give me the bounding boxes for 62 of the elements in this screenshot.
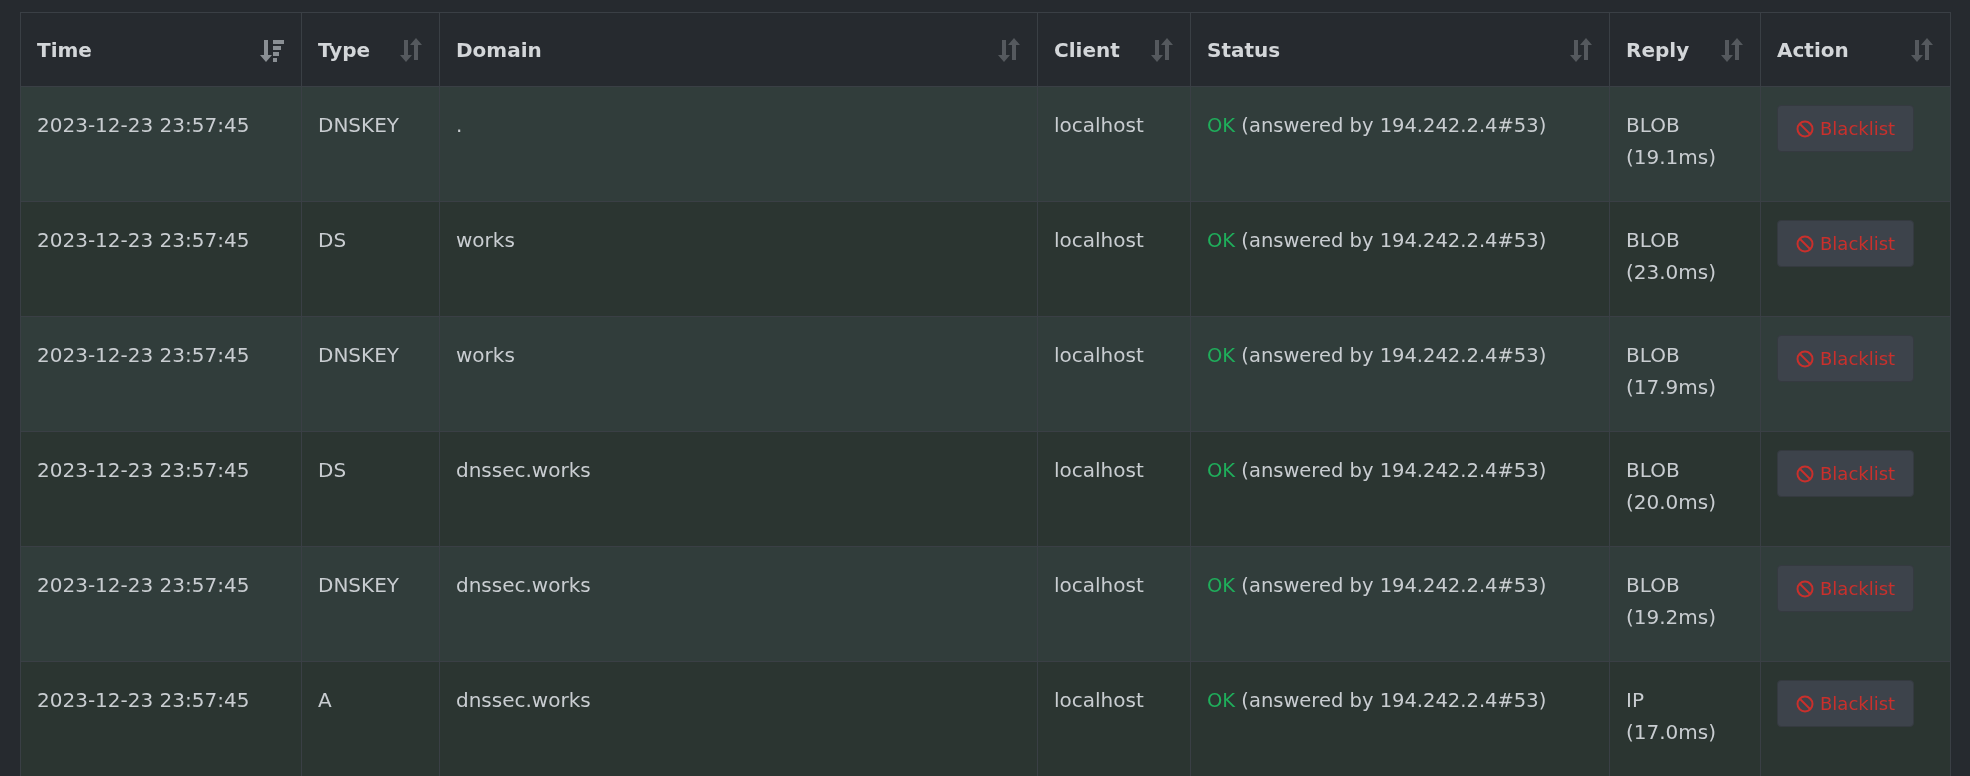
status-text: OK (answered by 194.242.2.4#53) (1207, 229, 1547, 252)
time-cell: 2023-12-23 23:57:45 (20, 661, 302, 776)
client-cell: localhost (1037, 661, 1191, 776)
reply-type: BLOB (1626, 342, 1681, 369)
status-text: OK (answered by 194.242.2.4#53) (1207, 574, 1547, 597)
reply-type: BLOB (1626, 112, 1681, 139)
status-text: OK (answered by 194.242.2.4#53) (1207, 459, 1547, 482)
type-cell: DNSKEY (301, 546, 440, 662)
time-cell: 2023-12-23 23:57:45 (20, 201, 302, 317)
reply-time: (19.1ms) (1626, 144, 1718, 171)
ban-icon (1796, 464, 1814, 483)
status-text: OK (answered by 194.242.2.4#53) (1207, 344, 1547, 367)
sort-descending-icon[interactable] (259, 37, 285, 62)
ban-icon (1796, 349, 1814, 368)
time-cell: 2023-12-23 23:57:45 (20, 431, 302, 547)
reply-type: BLOB (1626, 457, 1681, 484)
domain-cell: dnssec.works (439, 431, 1038, 547)
sort-icon[interactable] (997, 37, 1021, 62)
time-cell: 2023-12-23 23:57:45 (20, 316, 302, 432)
client-cell: localhost (1037, 431, 1191, 547)
type-cell: DS (301, 431, 440, 547)
ban-icon (1796, 234, 1814, 253)
type-cell: DNSKEY (301, 316, 440, 432)
sort-icon[interactable] (1910, 37, 1934, 62)
reply-type: BLOB (1626, 572, 1681, 599)
status-text: OK (answered by 194.242.2.4#53) (1207, 689, 1547, 712)
reply-time: (19.2ms) (1626, 604, 1718, 631)
domain-cell: dnssec.works (439, 661, 1038, 776)
ban-icon (1796, 579, 1814, 598)
reply-type: IP (1626, 687, 1645, 714)
time-cell: 2023-12-23 23:57:45 (20, 86, 302, 202)
ban-icon (1796, 119, 1814, 138)
reply-time: (20.0ms) (1626, 489, 1718, 516)
domain-cell: works (439, 201, 1038, 317)
type-cell: A (301, 661, 440, 776)
column-header[interactable]: Domain (456, 37, 542, 62)
reply-time: (23.0ms) (1626, 259, 1718, 286)
domain-cell: . (439, 86, 1038, 202)
time-cell: 2023-12-23 23:57:45 (20, 546, 302, 662)
domain-cell: works (439, 316, 1038, 432)
ban-icon (1796, 694, 1814, 713)
column-header[interactable]: Status (1207, 37, 1281, 62)
type-cell: DS (301, 201, 440, 317)
column-header[interactable]: Time (37, 37, 92, 62)
column-header[interactable]: Reply (1626, 37, 1690, 62)
client-cell: localhost (1037, 316, 1191, 432)
status-text: OK (answered by 194.242.2.4#53) (1207, 114, 1547, 137)
sort-icon[interactable] (1720, 37, 1744, 62)
sort-icon[interactable] (1150, 37, 1174, 62)
client-cell: localhost (1037, 201, 1191, 317)
sort-icon[interactable] (1569, 37, 1593, 62)
column-header[interactable]: Client (1054, 37, 1120, 62)
client-cell: localhost (1037, 546, 1191, 662)
type-cell: DNSKEY (301, 86, 440, 202)
column-header[interactable]: Action (1777, 37, 1849, 62)
reply-time: (17.9ms) (1626, 374, 1718, 401)
column-header[interactable]: Type (318, 37, 371, 62)
client-cell: localhost (1037, 86, 1191, 202)
reply-type: BLOB (1626, 227, 1681, 254)
domain-cell: dnssec.works (439, 546, 1038, 662)
sort-icon[interactable] (399, 37, 423, 62)
reply-time: (17.0ms) (1626, 719, 1718, 746)
